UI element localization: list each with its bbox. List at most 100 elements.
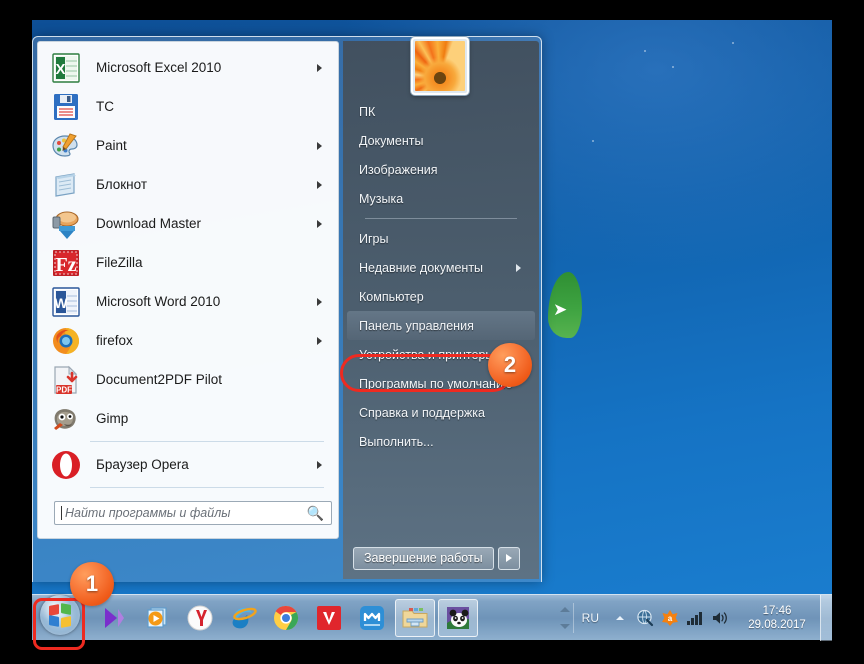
screen: ➤ X Microsoft Excel 2010 TC Paint Блокно… xyxy=(0,0,864,664)
program-item-label: Microsoft Excel 2010 xyxy=(96,60,222,75)
left-panel-separator xyxy=(90,441,324,442)
panda-app-icon xyxy=(447,607,469,629)
program-item-word[interactable]: W Microsoft Word 2010 xyxy=(42,282,334,321)
right-item-run[interactable]: Выполнить... xyxy=(347,427,535,456)
start-menu-left-panel: X Microsoft Excel 2010 TC Paint Блокнот … xyxy=(37,41,339,539)
taskbar-item-maxthon[interactable] xyxy=(352,599,392,637)
flower-avatar-image xyxy=(415,41,465,91)
right-item-label: Программы по умолчанию xyxy=(359,376,513,391)
scroll-down-icon[interactable] xyxy=(559,624,570,629)
right-item-label: Панель управления xyxy=(359,318,474,333)
taskbar-item-panda-app[interactable] xyxy=(438,599,478,637)
right-item-help-support[interactable]: Справка и поддержка xyxy=(347,398,535,427)
right-item-documents[interactable]: Документы xyxy=(347,126,535,155)
paint-icon xyxy=(50,130,82,162)
program-item-excel[interactable]: X Microsoft Excel 2010 xyxy=(42,48,334,87)
start-menu-right-panel: ПК Документы Изображения Музыка Игры Нед… xyxy=(343,41,539,579)
user-avatar[interactable] xyxy=(411,37,469,95)
right-item-pc[interactable]: ПК xyxy=(347,97,535,126)
svg-text:X: X xyxy=(55,61,65,78)
step-badge-1: 1 xyxy=(70,562,114,606)
program-item-firefox[interactable]: firefox xyxy=(42,321,334,360)
submenu-arrow-icon[interactable] xyxy=(317,460,322,469)
submenu-arrow-icon[interactable] xyxy=(317,63,322,72)
clock-time: 17:46 xyxy=(762,605,792,617)
gimp-icon xyxy=(50,403,82,435)
google-chrome-icon xyxy=(274,605,299,630)
right-item-label: Музыка xyxy=(359,191,404,206)
submenu-arrow-icon[interactable] xyxy=(317,141,322,150)
submenu-arrow-icon[interactable] xyxy=(317,219,322,228)
clock-date: 29.08.2017 xyxy=(748,619,806,631)
submenu-arrow-icon[interactable] xyxy=(317,297,322,306)
shutdown-options-button[interactable] xyxy=(497,546,520,570)
maxthon-icon xyxy=(360,606,384,630)
text-caret xyxy=(61,506,62,520)
taskbar: RU a 17:46 29.08.2017 xyxy=(32,594,832,641)
right-item-label: Компьютер xyxy=(359,289,424,304)
taskbar-item-vivaldi[interactable] xyxy=(309,599,349,637)
program-item-label: Microsoft Word 2010 xyxy=(96,294,221,309)
program-item-download-master[interactable]: Download Master xyxy=(42,204,334,243)
avast-icon[interactable]: a xyxy=(659,607,681,629)
opera-icon xyxy=(50,449,82,481)
start-menu: X Microsoft Excel 2010 TC Paint Блокнот … xyxy=(32,36,542,582)
taskbar-item-internet-explorer[interactable] xyxy=(223,599,263,637)
svg-text:Fz: Fz xyxy=(55,254,76,276)
right-item-music[interactable]: Музыка xyxy=(347,184,535,213)
right-item-label: Игры xyxy=(359,231,389,246)
search-icon[interactable]: 🔍 xyxy=(307,505,324,522)
notepad-icon xyxy=(50,169,82,201)
program-item-opera[interactable]: Браузер Opera xyxy=(42,445,334,484)
program-item-filezilla[interactable]: Fz FileZilla xyxy=(42,243,334,282)
show-desktop-button[interactable] xyxy=(820,595,832,641)
internet-explorer-icon xyxy=(232,607,257,629)
program-item-tc[interactable]: TC xyxy=(42,87,334,126)
svg-text:a: a xyxy=(668,614,673,623)
system-tray: RU a 17:46 29.08.2017 xyxy=(557,595,832,641)
scroll-up-icon[interactable] xyxy=(559,607,570,612)
taskbar-item-yandex[interactable] xyxy=(180,599,220,637)
right-item-label: Документы xyxy=(359,133,424,148)
total-commander-icon xyxy=(50,91,82,123)
taskbar-clock[interactable]: 17:46 29.08.2017 xyxy=(740,604,814,632)
program-item-label: FileZilla xyxy=(96,255,143,270)
network-globe-icon[interactable] xyxy=(634,607,656,629)
taskbar-item-photo-viewer[interactable] xyxy=(137,599,177,637)
program-item-label: Блокнот xyxy=(96,177,148,192)
chevron-right-icon xyxy=(505,554,512,562)
program-item-label: Gimp xyxy=(96,411,129,426)
taskbar-pinned-items xyxy=(94,595,478,641)
program-item-gimp[interactable]: Gimp xyxy=(42,399,334,438)
right-item-label: Изображения xyxy=(359,162,438,177)
right-item-pictures[interactable]: Изображения xyxy=(347,155,535,184)
right-item-control-panel[interactable]: Панель управления xyxy=(347,311,535,340)
language-indicator[interactable]: RU xyxy=(582,611,599,625)
taskbar-item-explorer[interactable] xyxy=(395,599,435,637)
submenu-arrow-icon[interactable] xyxy=(516,263,521,272)
right-item-games[interactable]: Игры xyxy=(347,224,535,253)
media-player-icon xyxy=(105,608,124,628)
taskbar-item-media-player[interactable] xyxy=(94,599,134,637)
submenu-arrow-icon[interactable] xyxy=(317,180,322,189)
signal-bars-icon[interactable] xyxy=(684,607,706,629)
program-item-document2pdf[interactable]: PDF Document2PDF Pilot xyxy=(42,360,334,399)
program-item-label: Браузер Opera xyxy=(96,457,189,472)
svg-text:PDF: PDF xyxy=(56,385,72,394)
tray-divider xyxy=(572,603,574,633)
program-item-paint[interactable]: Paint xyxy=(42,126,334,165)
shutdown-button[interactable]: Завершение работы xyxy=(353,546,494,570)
volume-icon[interactable] xyxy=(709,607,731,629)
photo-viewer-icon xyxy=(147,607,167,628)
program-item-notepad[interactable]: Блокнот xyxy=(42,165,334,204)
right-item-computer[interactable]: Компьютер xyxy=(347,282,535,311)
program-item-label: Download Master xyxy=(96,216,202,231)
search-input[interactable]: Найти программы и файлы 🔍 xyxy=(54,501,332,525)
taskbar-item-chrome[interactable] xyxy=(266,599,306,637)
taskbar-scroll-buttons[interactable] xyxy=(557,595,573,641)
pdf-icon: PDF xyxy=(50,364,82,396)
right-item-recent-documents[interactable]: Недавние документы xyxy=(347,253,535,282)
step-badge-2-number: 2 xyxy=(503,352,517,377)
hidden-icons-chevron-up-icon[interactable] xyxy=(609,607,631,629)
submenu-arrow-icon[interactable] xyxy=(317,336,322,345)
